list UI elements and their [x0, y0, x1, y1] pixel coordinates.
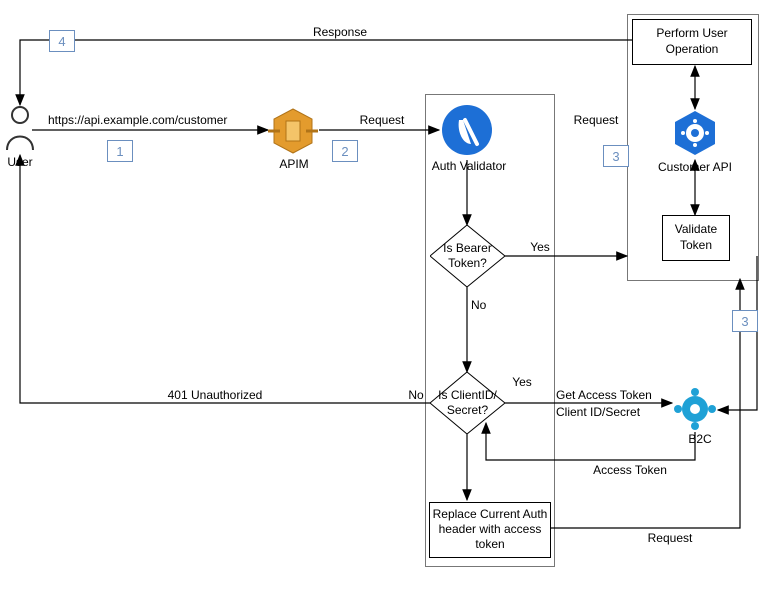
customer-api-icon	[671, 109, 719, 160]
perform-user-op-l2: Operation	[633, 42, 751, 56]
is-clientid-diamond: Is ClientID/ Secret?	[430, 372, 505, 434]
apim-label: APIM	[266, 157, 322, 171]
request2-label: Request	[566, 113, 626, 127]
url-label: https://api.example.com/customer	[48, 113, 268, 127]
perform-user-op-box: Perform User Operation	[632, 19, 752, 65]
auth-validator-label: Auth Validator	[424, 159, 514, 173]
is-bearer-diamond: Is Bearer Token?	[430, 225, 505, 287]
validate-token-l2: Token	[663, 238, 729, 252]
validate-token-l1: Validate	[663, 222, 729, 236]
user-icon	[3, 106, 37, 152]
validate-token-box: Validate Token	[662, 215, 730, 261]
request1-label: Request	[352, 113, 412, 127]
get-access-token-label: Get Access Token	[556, 388, 676, 402]
yes2-label: Yes	[507, 375, 537, 389]
step-2: 2	[332, 140, 358, 162]
request3-label: Request	[640, 531, 700, 545]
step-3a: 3	[603, 145, 629, 167]
yes1-label: Yes	[525, 240, 555, 254]
no2-label: No	[404, 388, 428, 402]
replace-auth-l1: Replace Current Auth	[430, 507, 550, 521]
b2c-icon	[674, 388, 716, 433]
perform-user-op-l1: Perform User	[633, 26, 751, 40]
auth-validator-icon	[441, 104, 493, 159]
is-clientid-l2: Secret?	[430, 403, 505, 417]
b2c-label: B2C	[680, 432, 720, 446]
user-label: User	[0, 155, 44, 169]
access-token-label: Access Token	[580, 463, 680, 477]
no1-label: No	[471, 298, 495, 312]
client-id-secret-label: Client ID/Secret	[556, 405, 676, 419]
response-label: Response	[300, 25, 380, 39]
diagram-canvas: User APIM Auth Validator Customer API	[0, 0, 766, 601]
replace-auth-box: Replace Current Auth header with access …	[429, 502, 551, 558]
replace-auth-l2: header with access	[430, 522, 550, 536]
is-bearer-l2: Token?	[430, 256, 505, 270]
is-clientid-l1: Is ClientID/	[430, 388, 505, 402]
replace-auth-l3: token	[430, 537, 550, 551]
apim-icon	[268, 107, 318, 158]
step-3b: 3	[732, 310, 758, 332]
step-1: 1	[107, 140, 133, 162]
step-4: 4	[49, 30, 75, 52]
is-bearer-l1: Is Bearer	[430, 241, 505, 255]
wires	[0, 0, 766, 601]
unauthorized-label: 401 Unauthorized	[155, 388, 275, 402]
customer-api-label: Customer API	[650, 160, 740, 174]
